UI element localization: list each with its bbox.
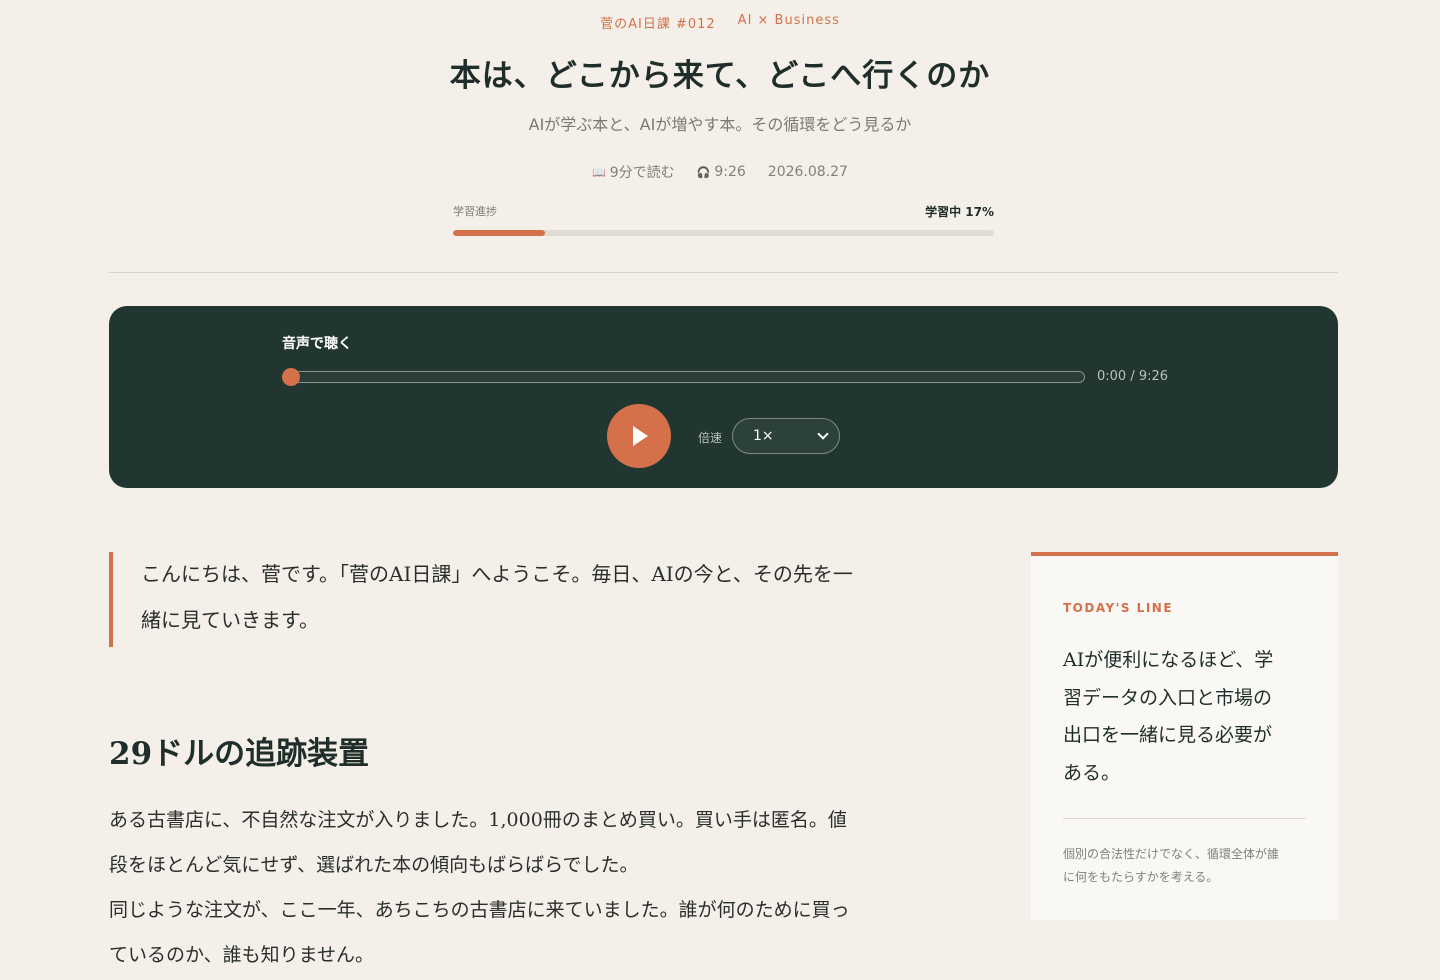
- article-page: 菅のAI日課 #012 AI × Business 本は、どこから来て、どこへ行…: [0, 0, 1440, 980]
- audio-length-text: 9:26: [714, 164, 746, 180]
- page-title: 本は、どこから来て、どこへ行くのか: [449, 58, 991, 94]
- progress-track: [453, 230, 994, 236]
- note-line: に何をもたらすかを考える。: [1063, 870, 1219, 884]
- speed-label: 倍速: [698, 431, 723, 445]
- chevron-down-icon: [817, 428, 829, 440]
- seek-handle[interactable]: [282, 368, 300, 386]
- header-divider: [109, 272, 1338, 273]
- body-line: 同じような注文が、ここ一年、あちこちの古書店に来ていました。誰が何のために買っ: [109, 899, 850, 921]
- seek-bar[interactable]: [282, 371, 1085, 383]
- time-readout: 0:00 / 9:26: [1097, 369, 1169, 384]
- note-line: 個別の合法性だけでなく、循環全体が誰: [1063, 847, 1280, 861]
- quote-line: AIが便利になるほど、学: [1063, 649, 1274, 671]
- progress-status: 学習中 17%: [925, 205, 994, 219]
- speed-value: 1×: [753, 428, 774, 444]
- todays-line-card: TODAY'S LINE AIが便利になるほど、学 習データの入口と市場の 出口…: [1031, 552, 1338, 920]
- quote-line: ある。: [1063, 761, 1121, 784]
- series-tag[interactable]: 菅のAI日課 #012: [600, 13, 716, 32]
- audio-length: 🎧 9:26: [697, 162, 746, 182]
- intro-line: こんにちは、菅です。「菅のAI日課」へようこそ。毎日、AIの今と、その先を一: [141, 562, 853, 586]
- body-line: ある古書店に、不自然な注文が入りました。1,000冊のまとめ買い。買い手は匿名。…: [109, 809, 847, 831]
- card-note: 個別の合法性だけでなく、循環全体が誰 に何をもたらすかを考える。: [1063, 843, 1311, 889]
- card-label: TODAY'S LINE: [1063, 601, 1174, 615]
- progress-fill: [453, 230, 545, 236]
- body-line: ているのか、誰も知りません。: [109, 944, 375, 966]
- speed-select[interactable]: 1×: [732, 418, 840, 454]
- quote-line: 出口を一緒に見る必要が: [1063, 724, 1273, 746]
- progress-label: 学習進捗: [453, 205, 497, 218]
- intro-line: 緒に見ていきます。: [141, 608, 319, 632]
- intro-quote: こんにちは、菅です。「菅のAI日課」へようこそ。毎日、AIの今と、その先を一 緒…: [109, 552, 939, 647]
- read-time-text: 9分で読む: [609, 165, 675, 181]
- read-time: 📖 9分で読む: [592, 162, 675, 182]
- quote-line: 習データの入口と市場の: [1063, 686, 1273, 709]
- section-heading: 29ドルの追跡装置: [109, 736, 370, 772]
- card-quote: AIが便利になるほど、学 習データの入口と市場の 出口を一緒に見る必要が ある。: [1063, 642, 1308, 792]
- player-title: 音声で聴く: [282, 336, 352, 352]
- headphones-icon: 🎧: [696, 165, 711, 179]
- page-subtitle: AIが学ぶ本と、AIが増やす本。その循環をどう見るか: [528, 115, 912, 134]
- audio-player: 音声で聴く 0:00 / 9:26 倍速 1×: [109, 306, 1338, 488]
- publish-date: 2026.08.27: [767, 164, 848, 180]
- article-meta: 📖 9分で読む 🎧 9:26 2026.08.27: [0, 162, 1440, 182]
- article-body: ある古書店に、不自然な注文が入りました。1,000冊のまとめ買い。買い手は匿名。…: [109, 798, 939, 978]
- play-icon: [633, 426, 648, 446]
- card-divider: [1063, 818, 1306, 819]
- book-icon: 📖: [592, 165, 606, 179]
- category-tag[interactable]: AI × Business: [738, 13, 840, 32]
- body-line: 段をほとんど気にせず、選ばれた本の傾向もばらばらでした。: [109, 854, 639, 876]
- series-line: 菅のAI日課 #012 AI × Business: [0, 13, 1440, 32]
- play-button[interactable]: [607, 404, 671, 468]
